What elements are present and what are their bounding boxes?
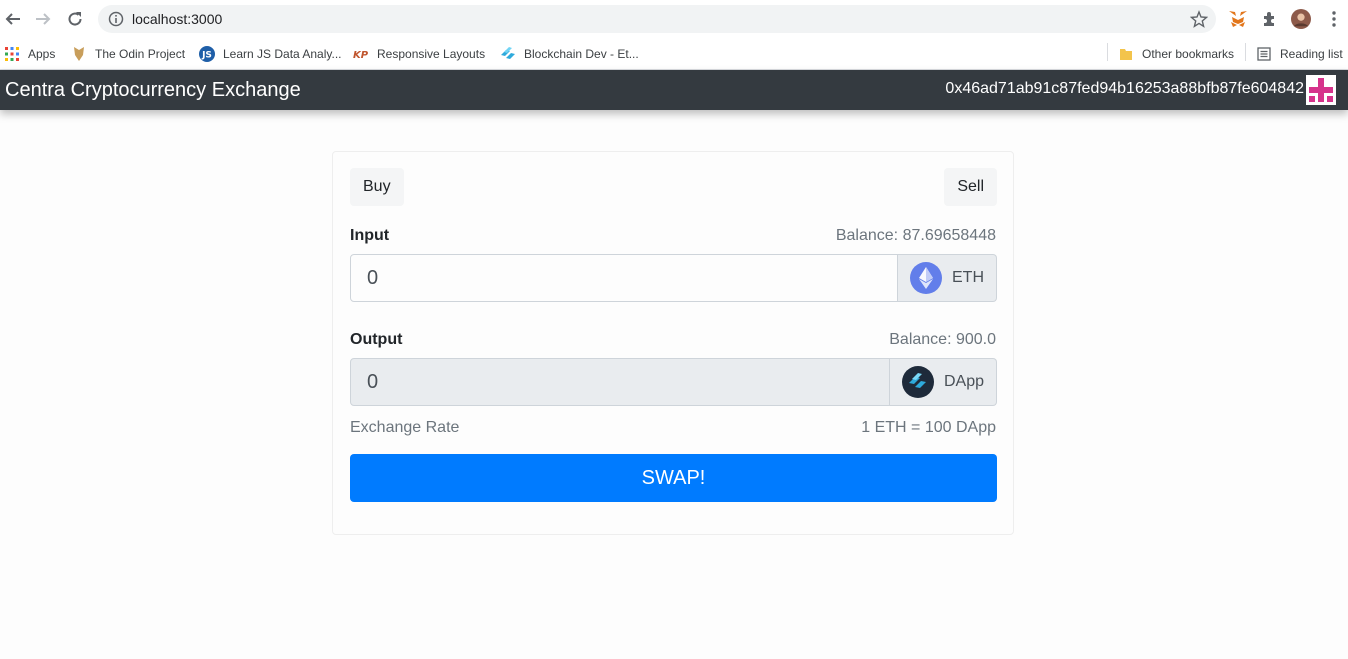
bookmark-label: Apps <box>28 47 56 61</box>
bookmark-responsive-layouts[interactable]: KP Responsive Layouts <box>353 43 485 65</box>
apps-grid-icon <box>4 46 20 62</box>
dapp-token-icon <box>901 366 934 398</box>
output-label: Output <box>350 331 403 348</box>
output-token-label: DApp <box>943 373 984 390</box>
eth-icon <box>910 262 942 294</box>
bookmark-learn-js[interactable]: JS Learn JS Data Analy... <box>199 43 342 65</box>
browser-toolbar: localhost:3000 <box>0 0 1348 38</box>
reading-list-label: Reading list <box>1280 47 1343 61</box>
input-token-addon: ETH <box>898 254 997 302</box>
bookmark-odin-project[interactable]: The Odin Project <box>71 43 185 65</box>
output-group: 0 DApp <box>350 358 997 406</box>
reading-list-icon <box>1256 46 1272 62</box>
blockchain-icon <box>500 46 516 62</box>
reading-list[interactable]: Reading list <box>1256 43 1343 65</box>
swap-button[interactable]: SWAP! <box>350 454 997 502</box>
svg-text:JS: JS <box>201 51 212 61</box>
sell-button[interactable]: Sell <box>944 168 997 206</box>
input-group: 0 ETH <box>350 254 997 302</box>
chrome-menu-icon[interactable] <box>1324 9 1344 29</box>
folder-icon <box>1118 46 1134 62</box>
metamask-fox-icon[interactable] <box>1228 9 1248 29</box>
brand-title[interactable]: Centra Cryptocurrency Exchange <box>5 79 301 102</box>
bookmarks-divider <box>1245 43 1246 61</box>
input-balance: Balance: 87.69658448 <box>835 227 996 244</box>
svg-text:KP: KP <box>353 50 369 60</box>
exchange-card: Buy Sell Input Balance: 87.69658448 0 ET… <box>332 151 1014 535</box>
input-label: Input <box>350 227 390 244</box>
bookmark-label: Learn JS Data Analy... <box>223 47 342 61</box>
profile-avatar[interactable] <box>1291 9 1311 29</box>
address-bar[interactable]: localhost:3000 <box>98 5 1216 33</box>
app-navbar: Centra Cryptocurrency Exchange 0x46ad71a… <box>0 70 1348 110</box>
bookmark-blockchain-dev[interactable]: Blockchain Dev - Et... <box>500 43 639 65</box>
odin-project-icon <box>71 46 87 62</box>
bookmarks-divider <box>1107 43 1108 61</box>
input-token-label: ETH <box>952 269 984 286</box>
js-icon: JS <box>199 46 215 62</box>
output-amount-field: 0 <box>350 358 890 406</box>
account-address: 0x46ad71ab91c87fed94b16253a88bfb87fe6048… <box>945 80 1304 97</box>
bookmark-label: The Odin Project <box>95 47 186 61</box>
site-info-icon[interactable] <box>108 11 124 32</box>
forward-icon[interactable] <box>32 8 54 30</box>
bookmark-star-icon[interactable] <box>1189 10 1209 33</box>
bookmark-label: Responsive Layouts <box>377 47 486 61</box>
input-amount-field[interactable]: 0 <box>350 254 898 302</box>
other-bookmarks-folder[interactable]: Other bookmarks <box>1118 43 1234 65</box>
back-icon[interactable] <box>2 8 24 30</box>
buy-button[interactable]: Buy <box>350 168 404 206</box>
kp-icon: KP <box>353 46 369 62</box>
output-token-addon: DApp <box>889 358 997 406</box>
reload-icon[interactable] <box>64 8 86 30</box>
bookmark-label: Blockchain Dev - Et... <box>524 47 639 61</box>
exchange-rate-label: Exchange Rate <box>350 419 460 436</box>
bookmark-apps[interactable]: Apps <box>4 43 55 65</box>
url-text: localhost:3000 <box>132 11 223 27</box>
other-bookmarks-label: Other bookmarks <box>1142 47 1235 61</box>
bookmarks-bar: Apps The Odin Project JS Learn JS Data A… <box>0 38 1348 70</box>
exchange-rate-value: 1 ETH = 100 DApp <box>861 419 996 436</box>
account-identicon <box>1306 75 1336 105</box>
extensions-puzzle-icon[interactable] <box>1260 9 1280 29</box>
output-balance: Balance: 900.0 <box>889 331 996 348</box>
